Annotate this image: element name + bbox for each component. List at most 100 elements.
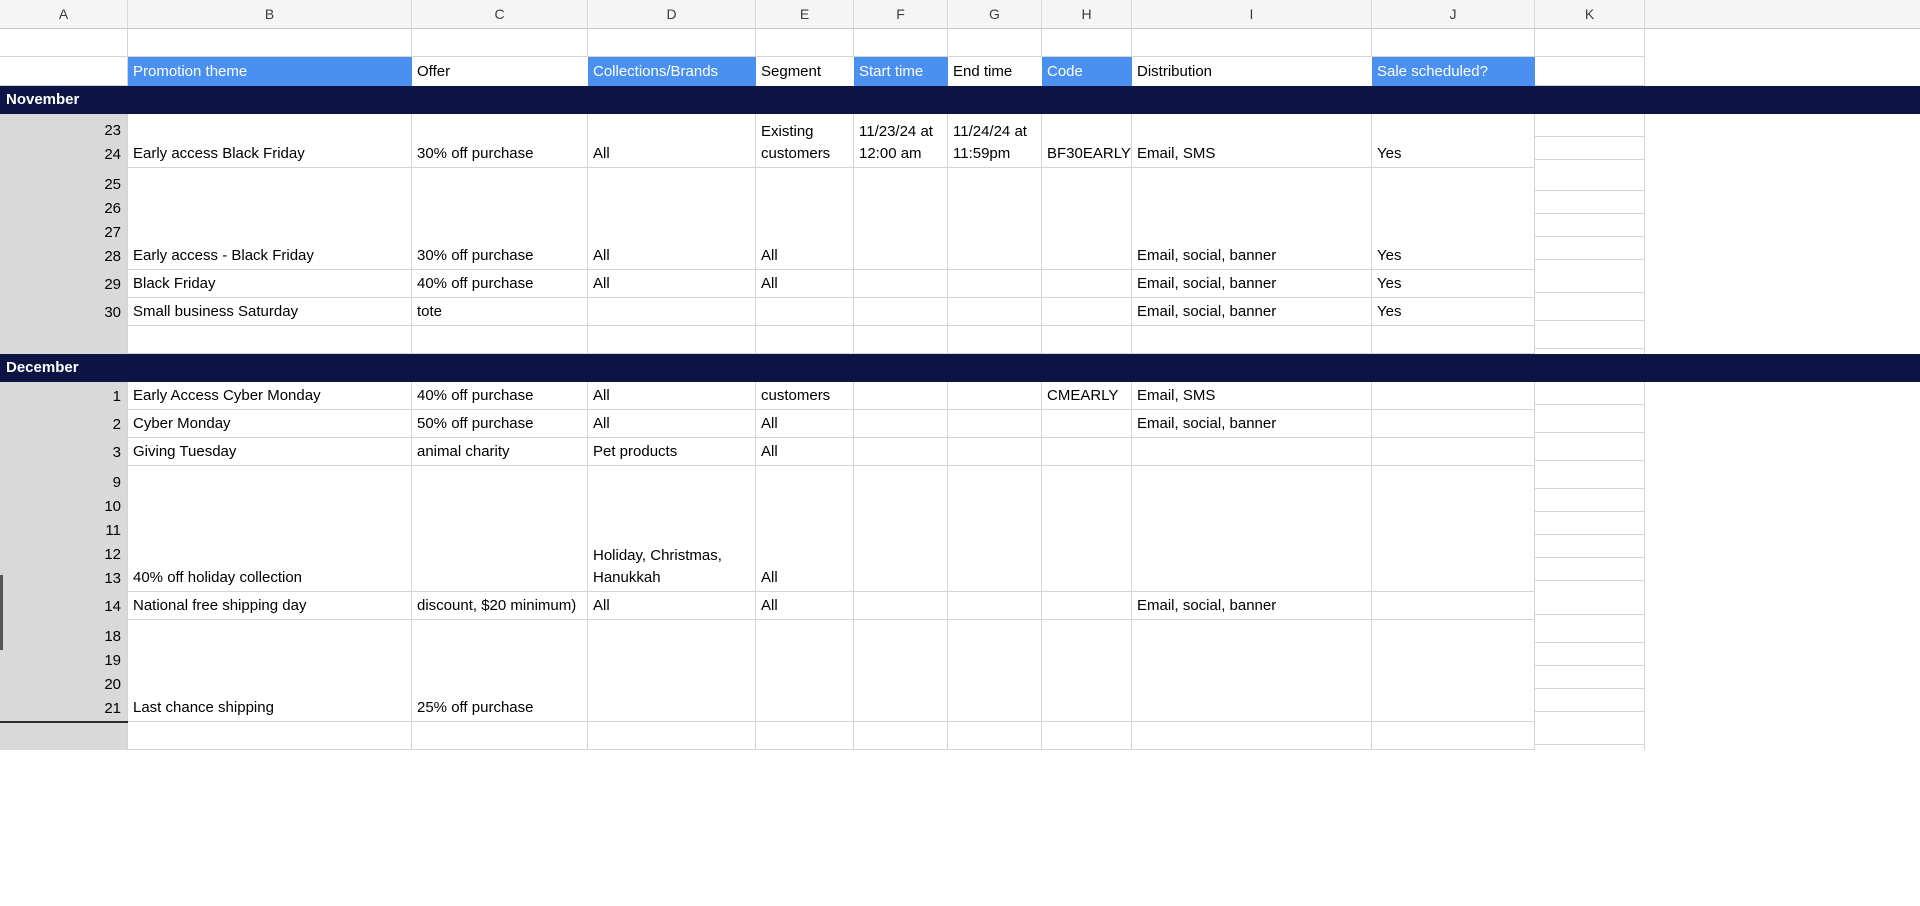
cell-segment[interactable]: Existing customers <box>756 114 854 168</box>
cell-end-time[interactable] <box>948 168 1042 270</box>
cell-code[interactable] <box>1042 168 1132 270</box>
cell-promotion-theme[interactable]: Last chance shipping <box>128 620 412 722</box>
column-header-g[interactable]: G <box>948 0 1042 28</box>
column-k-cells[interactable] <box>1535 298 1645 326</box>
header-cell-collections-brands[interactable]: Collections/Brands <box>588 57 756 86</box>
cell-start-time[interactable] <box>854 382 948 410</box>
month-band-november[interactable]: November <box>0 86 1920 114</box>
cell-collections-brands[interactable]: Holiday, Christmas, Hanukkah <box>588 466 756 592</box>
day-number-cell[interactable]: 9 10 11 12 13 <box>0 466 128 592</box>
column-header-f[interactable]: F <box>854 0 948 28</box>
cell-k[interactable] <box>1535 298 1644 321</box>
cell-promotion-theme[interactable]: Giving Tuesday <box>128 438 412 466</box>
cell-collections-brands[interactable] <box>588 326 756 354</box>
cell-segment[interactable]: Existing customers <box>756 382 854 410</box>
column-k-cells[interactable] <box>1535 722 1645 750</box>
cell-offer[interactable]: Free shipping (automatic discount, $20 m… <box>412 592 588 620</box>
day-number-cell[interactable]: 25 26 27 28 <box>0 168 128 270</box>
cell-collections-brands[interactable]: All <box>588 592 756 620</box>
cell-offer[interactable]: 25% of pet products go to animal charity <box>412 438 588 466</box>
cell-collections-brands[interactable]: All <box>588 270 756 298</box>
cell-distribution[interactable]: Email, social, banner <box>1132 168 1372 270</box>
cell-end-time[interactable] <box>948 438 1042 466</box>
day-number-cell[interactable] <box>0 326 128 354</box>
sheet-grid[interactable]: Promotion theme Offer Collections/Brands Se… <box>0 29 1920 750</box>
cell-end-time[interactable] <box>948 382 1042 410</box>
cell-k[interactable] <box>1535 666 1644 689</box>
cell-collections-brands[interactable] <box>588 722 756 750</box>
cell-promotion-theme[interactable]: Small business Saturday <box>128 298 412 326</box>
cell-sale-scheduled[interactable] <box>1372 466 1535 592</box>
cell-end-time[interactable]: 11/24/24 at 11:59pm <box>948 114 1042 168</box>
cell-sale-scheduled[interactable]: Yes <box>1372 270 1535 298</box>
cell-code[interactable] <box>1042 592 1132 620</box>
cell-promotion-theme[interactable]: National free shipping day <box>128 592 412 620</box>
cell-start-time[interactable] <box>854 326 948 354</box>
table-row[interactable]: 2 Cyber Monday 50% off purchase All All Email… <box>0 410 1920 438</box>
cell-k[interactable] <box>1535 535 1644 558</box>
cell-offer[interactable]: 40% off purchase <box>412 270 588 298</box>
cell-segment[interactable] <box>756 620 854 722</box>
cell-k[interactable] <box>1535 620 1644 643</box>
day-number-cell[interactable]: 3 <box>0 438 128 466</box>
cell-collections-brands[interactable] <box>588 620 756 722</box>
cell-blank[interactable] <box>756 29 854 57</box>
cell-start-time[interactable] <box>854 592 948 620</box>
cell-end-time[interactable] <box>948 466 1042 592</box>
day-number-cell[interactable] <box>0 722 128 750</box>
table-row[interactable]: 18 19 20 21 Last chance shipping 25% off purc… <box>0 620 1920 722</box>
cell-end-time[interactable] <box>948 592 1042 620</box>
column-k-cells[interactable] <box>1535 438 1645 466</box>
cell-offer[interactable]: 30% off purchase <box>412 168 588 270</box>
cell-sale-scheduled[interactable]: Yes <box>1372 298 1535 326</box>
cell-blank[interactable] <box>588 29 756 57</box>
header-cell-distribution[interactable]: Distribution <box>1132 57 1372 86</box>
cell-start-time[interactable] <box>854 410 948 438</box>
cell-distribution[interactable]: Email, SMS <box>1132 114 1372 168</box>
column-k-cells[interactable] <box>1535 114 1645 168</box>
cell-k[interactable] <box>1535 489 1644 512</box>
cell-end-time[interactable] <box>948 722 1042 750</box>
cell-sale-scheduled[interactable] <box>1372 438 1535 466</box>
cell-promotion-theme[interactable]: Early Access Cyber Monday <box>128 382 412 410</box>
cell-end-time[interactable] <box>948 326 1042 354</box>
column-header-d[interactable]: D <box>588 0 756 28</box>
cell-k[interactable] <box>1535 689 1644 712</box>
cell-promotion-theme[interactable]: 40% off holiday collection <box>128 466 412 592</box>
cell-blank[interactable] <box>412 29 588 57</box>
header-cell-sale-scheduled[interactable]: Sale scheduled? <box>1372 57 1535 86</box>
column-header-i[interactable]: I <box>1132 0 1372 28</box>
cell-segment[interactable] <box>756 326 854 354</box>
cell-start-time[interactable] <box>854 298 948 326</box>
cell-blank[interactable] <box>1535 29 1645 57</box>
cell-distribution[interactable] <box>1132 326 1372 354</box>
cell-sale-scheduled[interactable]: Yes <box>1372 114 1535 168</box>
cell-segment[interactable]: All <box>756 270 854 298</box>
month-band-december[interactable]: December <box>0 354 1920 382</box>
cell-k[interactable] <box>1535 722 1644 745</box>
day-number-cell[interactable]: 30 <box>0 298 128 326</box>
cell-sale-scheduled[interactable] <box>1372 326 1535 354</box>
cell-collections-brands[interactable]: All <box>588 168 756 270</box>
cell-segment[interactable]: All <box>756 438 854 466</box>
table-row[interactable]: 25 26 27 28 Early access - Black Friday 30% o… <box>0 168 1920 270</box>
cell-start-time[interactable] <box>854 438 948 466</box>
column-header-a[interactable]: A <box>0 0 128 28</box>
cell-code[interactable]: CMEARLY <box>1042 382 1132 410</box>
table-row[interactable]: 23 24 Early access Black Friday 30% off pur… <box>0 114 1920 168</box>
day-number-cell[interactable]: 1 <box>0 382 128 410</box>
cell-promotion-theme[interactable]: Early access - Black Friday <box>128 168 412 270</box>
cell-code[interactable] <box>1042 466 1132 592</box>
day-number-cell[interactable]: 18 19 20 21 <box>0 620 128 722</box>
cell-collections-brands[interactable]: All <box>588 410 756 438</box>
day-number-cell[interactable]: 2 <box>0 410 128 438</box>
cell-code[interactable] <box>1042 620 1132 722</box>
header-cell-promotion-theme[interactable]: Promotion theme <box>128 57 412 86</box>
cell-blank[interactable] <box>1372 29 1535 57</box>
column-header-j[interactable]: J <box>1372 0 1535 28</box>
cell-sale-scheduled[interactable]: Yes <box>1372 168 1535 270</box>
cell-k[interactable] <box>1535 643 1644 666</box>
table-row[interactable]: 3 Giving Tuesday25% of pet products go to… <box>0 438 1920 466</box>
cell-offer[interactable] <box>412 466 588 592</box>
column-header-e[interactable]: E <box>756 0 854 28</box>
